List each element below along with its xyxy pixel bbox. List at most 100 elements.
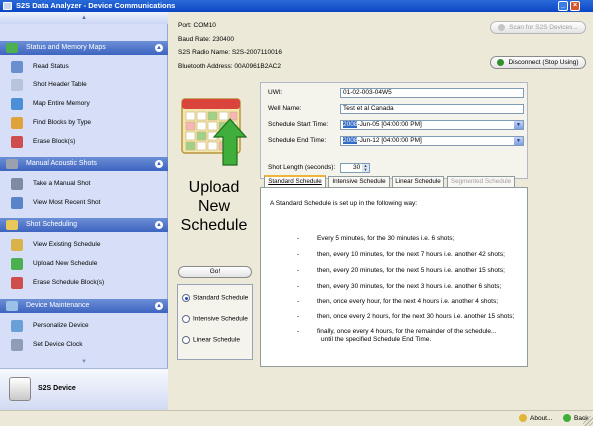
- start-time-picker[interactable]: 2008-Jun-05 [04:00:00 PM] ▼: [340, 120, 524, 130]
- status-bar: About... Back: [0, 410, 593, 426]
- radio-linear-schedule[interactable]: Linear Schedule: [182, 336, 240, 344]
- sidebar-item-find-blocks[interactable]: Find Blocks by Type: [0, 114, 168, 132]
- end-time-picker[interactable]: 2008-Jun-12 [04:00:00 PM] ▼: [340, 136, 524, 146]
- section-device-maintenance[interactable]: Device Maintenance ▲: [0, 299, 168, 313]
- sidebar-item-label: Read Status: [33, 63, 69, 70]
- baud-info: Baud Rate: 230400: [178, 36, 235, 43]
- disconnect-label: Disconnect (Stop Using): [508, 59, 579, 66]
- start-time-label: Schedule Start Time:: [268, 121, 329, 128]
- sidebar-item-erase-schedule[interactable]: Erase Schedule Block(s): [0, 274, 168, 292]
- radio-label: Intensive Schedule: [193, 315, 248, 323]
- schedule-line: finally, once every 4 hours, for the rem…: [317, 328, 497, 335]
- bluetooth-address-info: Bluetooth Address: 00A0961B2AC2: [178, 63, 281, 70]
- schedule-icon: [6, 220, 18, 230]
- shot-icon: [11, 178, 23, 190]
- sidebar-item-upload-schedule[interactable]: Upload New Schedule: [0, 255, 168, 273]
- bullet: -: [297, 328, 300, 335]
- collapse-icon[interactable]: ▲: [155, 221, 163, 229]
- tab-segmented-schedule[interactable]: Segmented Schedule: [447, 176, 515, 187]
- sidebar-item-shot-header-table[interactable]: Shot Header Table: [0, 76, 168, 94]
- sidebar-item-label: Shot Header Table: [33, 81, 87, 88]
- tab-standard-schedule[interactable]: Standard Schedule: [264, 175, 326, 187]
- erase-schedule-icon: [11, 277, 23, 289]
- disconnect-icon: [497, 58, 505, 66]
- dropdown-arrow-icon[interactable]: ▼: [514, 121, 523, 129]
- shot-length-stepper[interactable]: 30 ▲ ▼: [340, 163, 370, 173]
- sidebar-item-label: Map Entire Memory: [33, 100, 90, 107]
- sidebar-item-view-schedule[interactable]: View Existing Schedule: [0, 236, 168, 254]
- uwi-input[interactable]: 01-02-003-04W5: [340, 88, 524, 98]
- disconnect-button[interactable]: Disconnect (Stop Using): [490, 56, 586, 69]
- sidebar-item-personalize-device[interactable]: Personalize Device: [0, 317, 168, 335]
- app-icon: [3, 2, 12, 10]
- schedule-line: then, every 20 minutes, for the next 5 h…: [317, 267, 505, 274]
- schedule-form: UWI: 01-02-003-04W5 Well Name: Test et a…: [260, 82, 528, 179]
- bullet: -: [297, 283, 300, 290]
- main-panel: Port: COM10 Baud Rate: 230400 S2S Radio …: [168, 12, 593, 410]
- spin-down-icon[interactable]: ▼: [362, 168, 369, 172]
- clock-icon: [11, 339, 23, 351]
- start-time-value: -Jun-05 [04:00:00 PM]: [357, 121, 422, 128]
- sidebar-footer: S2S Device: [0, 368, 168, 410]
- dropdown-arrow-icon[interactable]: ▼: [514, 137, 523, 145]
- shot-length-label: Shot Length (seconds):: [268, 164, 336, 171]
- section-shot-scheduling[interactable]: Shot Scheduling ▲: [0, 218, 168, 232]
- tab-intensive-schedule[interactable]: Intensive Schedule: [328, 176, 390, 187]
- sidebar-item-label: Upload New Schedule: [33, 260, 98, 267]
- section-title: Shot Scheduling: [26, 221, 77, 228]
- radio-standard-schedule[interactable]: Standard Schedule: [182, 294, 248, 302]
- end-year-selection: 2008: [343, 137, 358, 144]
- resize-grip-icon[interactable]: [583, 416, 593, 426]
- port-info: Port: COM10: [178, 22, 216, 29]
- minimize-icon[interactable]: _: [558, 1, 568, 11]
- personalize-icon: [11, 320, 23, 332]
- radio-label: Linear Schedule: [193, 336, 240, 344]
- sidebar-item-label: View Most Recent Shot: [33, 199, 101, 206]
- scan-devices-button[interactable]: Scan for S2S Devices...: [490, 21, 586, 34]
- sidebar-item-label: Erase Block(s): [33, 138, 76, 145]
- find-icon: [11, 117, 23, 129]
- sidebar-item-take-shot[interactable]: Take a Manual Shot: [0, 175, 168, 193]
- sidebar-item-read-status[interactable]: Read Status: [0, 58, 168, 76]
- device-label: S2S Device: [38, 385, 76, 392]
- radio-intensive-schedule[interactable]: Intensive Schedule: [182, 315, 248, 323]
- scroll-down-icon[interactable]: ▼: [0, 356, 168, 368]
- erase-icon: [11, 136, 23, 148]
- radio-selected-icon: [182, 294, 190, 302]
- tab-linear-schedule[interactable]: Linear Schedule: [392, 176, 444, 187]
- section-title: Device Maintenance: [26, 302, 90, 309]
- section-title: Status and Memory Maps: [26, 44, 106, 51]
- scan-label: Scan for S2S Devices...: [509, 24, 578, 31]
- sidebar-item-label: Set Device Clock: [33, 341, 83, 348]
- maintenance-icon: [6, 301, 18, 311]
- end-time-label: Schedule End Time:: [268, 137, 327, 144]
- go-button[interactable]: Go!: [178, 266, 252, 278]
- upload-heading: Upload New Schedule: [180, 179, 248, 234]
- bullet: -: [297, 251, 300, 258]
- sidebar-item-set-clock[interactable]: Set Device Clock: [0, 336, 168, 354]
- sidebar-item-view-recent-shot[interactable]: View Most Recent Shot: [0, 194, 168, 212]
- well-name-input[interactable]: Test et al Canada: [340, 104, 524, 114]
- back-arrow-icon: [563, 414, 571, 423]
- scroll-up-icon[interactable]: ▲: [0, 12, 168, 24]
- about-label: About...: [530, 415, 553, 422]
- section-status-memory[interactable]: Status and Memory Maps ▲: [0, 41, 168, 55]
- sidebar-item-erase-blocks[interactable]: Erase Block(s): [0, 133, 168, 151]
- sidebar-item-label: View Existing Schedule: [33, 241, 101, 248]
- sidebar-item-label: Find Blocks by Type: [33, 119, 92, 126]
- collapse-icon[interactable]: ▲: [155, 44, 163, 52]
- read-status-icon: [11, 61, 23, 73]
- calendar-upload-icon: [181, 98, 248, 166]
- view-schedule-icon: [11, 239, 23, 251]
- view-shot-icon: [11, 197, 23, 209]
- uwi-label: UWI:: [268, 89, 283, 96]
- sidebar-item-map-memory[interactable]: Map Entire Memory: [0, 95, 168, 113]
- collapse-icon[interactable]: ▲: [155, 160, 163, 168]
- collapse-icon[interactable]: ▲: [155, 302, 163, 310]
- schedule-line: until the specified Schedule End Time.: [321, 336, 432, 343]
- about-button[interactable]: About...: [519, 413, 552, 425]
- radio-label: Standard Schedule: [193, 294, 249, 302]
- sidebar-item-label: Erase Schedule Block(s): [33, 279, 105, 286]
- close-icon[interactable]: ×: [570, 1, 580, 11]
- section-manual-shots[interactable]: Manual Acoustic Shots ▲: [0, 157, 168, 171]
